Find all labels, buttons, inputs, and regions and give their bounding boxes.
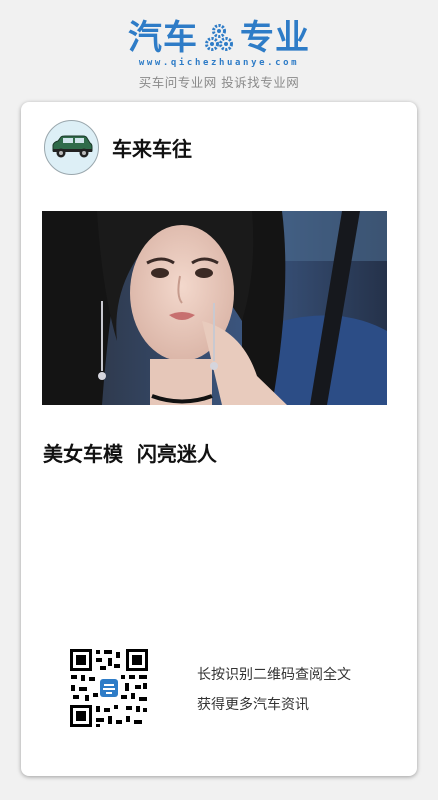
article-image[interactable] bbox=[42, 211, 387, 405]
gear-icon bbox=[205, 24, 233, 51]
car-icon bbox=[52, 135, 92, 158]
qr-code-icon[interactable] bbox=[69, 648, 149, 728]
logo-text-right: 专业 bbox=[240, 18, 310, 58]
qr-caption-line1: 长按识别二维码查阅全文 bbox=[197, 667, 351, 683]
qr-caption-line2: 获得更多汽车资讯 bbox=[197, 697, 309, 713]
photo-woman-car-model bbox=[42, 211, 387, 405]
article-card: 车来车往 美女车模 闪亮迷人 长按识别二维码查阅全文 获得更多汽车资讯 bbox=[21, 102, 417, 776]
site-header: 汽车 专业 www.qichezhuanye.com 买车问专业网 投诉找专业网 bbox=[0, 0, 438, 98]
logo-url: www.qichezhuanye.com bbox=[138, 58, 300, 68]
logo-text-left: 汽车 bbox=[128, 18, 198, 58]
site-logo[interactable]: 汽车 专业 bbox=[0, 18, 438, 58]
article-title[interactable]: 美女车模 闪亮迷人 bbox=[43, 438, 217, 467]
logo-slogan: 买车问专业网 投诉找专业网 bbox=[138, 75, 300, 90]
avatar[interactable] bbox=[44, 119, 99, 175]
author-row[interactable]: 车来车往 bbox=[44, 118, 192, 176]
author-name[interactable]: 车来车往 bbox=[112, 133, 192, 162]
